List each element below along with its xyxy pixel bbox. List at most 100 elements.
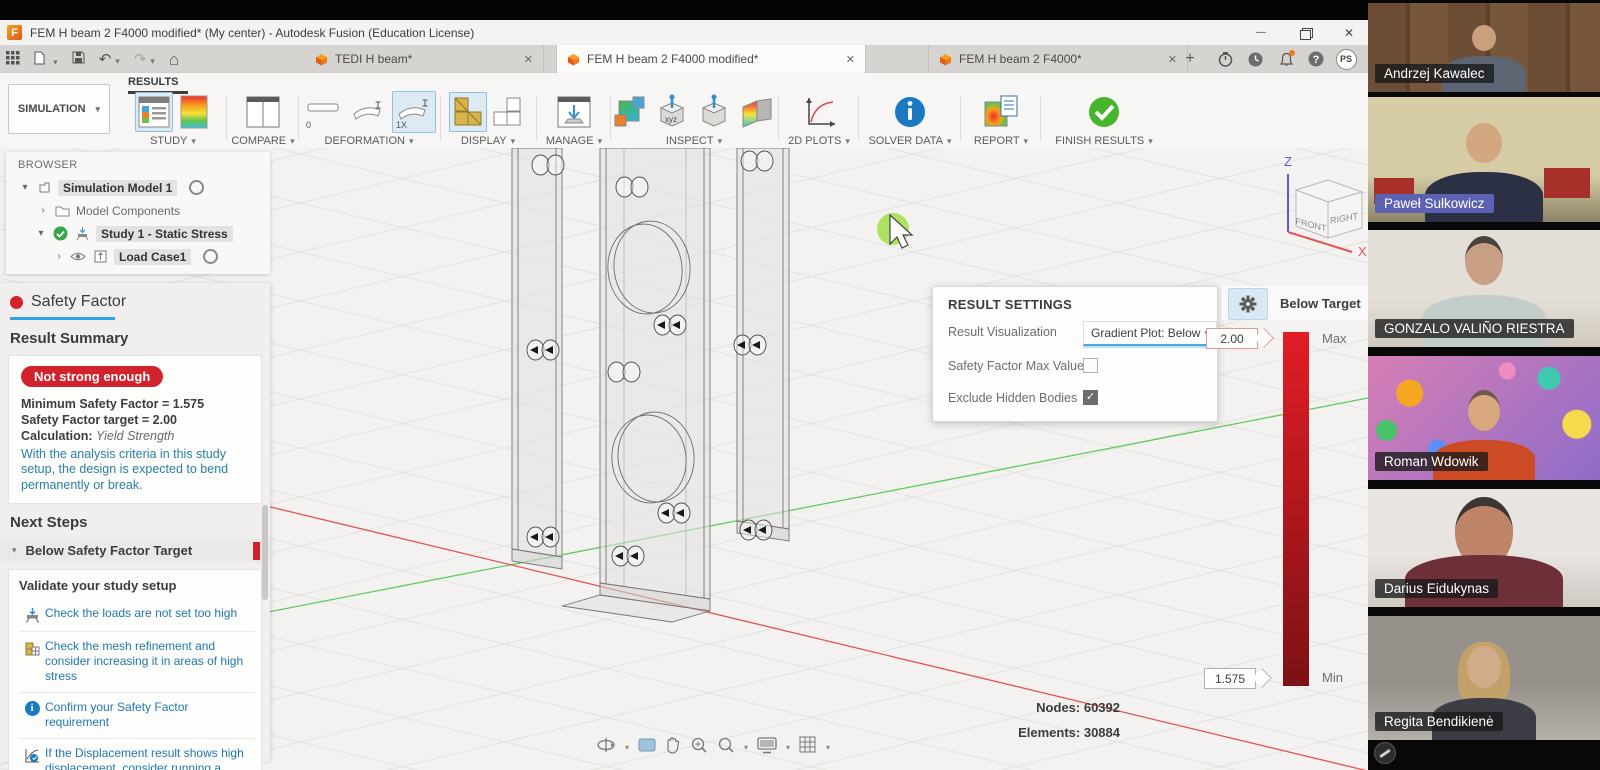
minimize-button[interactable] bbox=[1252, 25, 1270, 41]
new-tab-icon[interactable]: + bbox=[1180, 45, 1200, 73]
display-settings-icon[interactable] bbox=[757, 737, 777, 759]
step-link[interactable]: Check the loads are not set too high bbox=[45, 606, 241, 621]
h-beam-model[interactable] bbox=[512, 148, 789, 622]
visibility-eye-icon[interactable] bbox=[70, 249, 86, 265]
help-icon[interactable]: ? bbox=[1306, 45, 1326, 73]
inspect-slice-plane-button[interactable] bbox=[737, 93, 777, 131]
user-avatar[interactable]: PS bbox=[1336, 49, 1357, 70]
finish-results-dropdown-label[interactable]: FINISH RESULTS bbox=[1055, 135, 1153, 147]
step-item[interactable]: Check the loads are not set too high bbox=[19, 599, 255, 632]
report-dropdown-label[interactable]: REPORT bbox=[974, 135, 1028, 147]
legend-settings-gear-icon[interactable] bbox=[1228, 288, 1268, 320]
deformation-actual-button[interactable]: 1X bbox=[392, 91, 436, 133]
chevron-right-icon[interactable]: › bbox=[38, 205, 48, 216]
inspect-probe-button[interactable] bbox=[695, 92, 733, 132]
study-dropdown-label[interactable]: STUDY bbox=[150, 135, 196, 147]
tab-fem-h-beam[interactable]: FEM H beam 2 F4000* ✕ bbox=[928, 45, 1188, 73]
step-item[interactable]: Check the mesh refinement and consider i… bbox=[19, 632, 255, 693]
inspect-results-button[interactable] bbox=[611, 93, 649, 131]
step-link[interactable]: Check the mesh refinement and consider i… bbox=[45, 639, 255, 685]
display-dropdown-label[interactable]: DISPLAY bbox=[461, 135, 515, 147]
report-button[interactable] bbox=[981, 92, 1021, 132]
simulation-study-button[interactable] bbox=[135, 92, 173, 132]
pan-hand-icon[interactable] bbox=[665, 736, 681, 759]
file-menu-icon[interactable] bbox=[34, 51, 58, 68]
safety-factor-max-checkbox[interactable] bbox=[1083, 358, 1098, 373]
2d-plots-button[interactable] bbox=[799, 92, 839, 132]
grid-dropdown-icon[interactable]: ▾ bbox=[826, 743, 830, 752]
solver-data-button[interactable] bbox=[890, 92, 930, 132]
compare-button[interactable] bbox=[243, 93, 283, 131]
history-icon[interactable] bbox=[1245, 45, 1265, 73]
tree-item-model-components[interactable]: › Model Components bbox=[6, 199, 270, 222]
chevron-down-icon[interactable]: ▾ bbox=[36, 228, 46, 239]
display-wireframe-button[interactable] bbox=[491, 92, 527, 132]
zoom-icon[interactable] bbox=[690, 736, 708, 759]
step-link[interactable]: If the Displacement result shows high di… bbox=[45, 746, 255, 770]
manage-button[interactable] bbox=[554, 93, 594, 131]
compare-dropdown-label[interactable]: COMPARE bbox=[231, 135, 294, 147]
chevron-right-icon[interactable]: › bbox=[54, 251, 64, 262]
step-item[interactable]: Confirm your Safety Factor requirement bbox=[19, 693, 255, 739]
home-icon[interactable]: ⌂ bbox=[169, 51, 179, 68]
participant-tile[interactable]: Andrzej Kawalec bbox=[1368, 3, 1600, 92]
display-shaded-button[interactable] bbox=[449, 92, 487, 132]
participant-tile[interactable]: GONZALO VALIÑO RIESTRA bbox=[1368, 230, 1600, 347]
undo-icon[interactable]: ↶ bbox=[99, 52, 120, 67]
legend-max-value-tag[interactable]: 2.00 bbox=[1206, 328, 1258, 349]
deformation-undeformed-button[interactable]: 0 bbox=[302, 91, 344, 133]
deformation-dropdown-label[interactable]: DEFORMATION bbox=[325, 135, 414, 147]
redo-icon[interactable]: ↷ bbox=[134, 52, 155, 67]
legend-color-bar[interactable] bbox=[1283, 332, 1309, 686]
tree-item-study[interactable]: ▾ Study 1 - Static Stress bbox=[6, 222, 270, 245]
fit-icon[interactable] bbox=[717, 736, 735, 759]
step-link[interactable]: Confirm your Safety Factor requirement bbox=[45, 700, 255, 731]
display-dropdown-icon[interactable]: ▾ bbox=[786, 743, 790, 752]
tab-fem-h-beam-modified[interactable]: FEM H beam 2 F4000 modified* ✕ bbox=[556, 45, 866, 73]
orbit-dropdown-icon[interactable]: ▾ bbox=[625, 743, 629, 752]
view-cube[interactable]: Z FRONT RIGHT X bbox=[1272, 150, 1376, 258]
look-at-icon[interactable] bbox=[638, 737, 656, 758]
deformation-scaled-button[interactable] bbox=[348, 91, 388, 133]
legend-gradient-button[interactable] bbox=[177, 92, 211, 132]
notifications-bell-icon[interactable] bbox=[1276, 45, 1296, 73]
step-item[interactable]: If the Displacement result shows high di… bbox=[19, 739, 255, 770]
chevron-down-icon[interactable]: ▾ bbox=[20, 182, 30, 193]
restore-button[interactable] bbox=[1296, 25, 1314, 41]
save-icon[interactable] bbox=[72, 51, 85, 67]
inspect-dropdown-label[interactable]: INSPECT bbox=[666, 135, 722, 147]
job-status-icon[interactable] bbox=[1215, 45, 1235, 73]
folder-icon bbox=[54, 203, 70, 219]
navigation-bar: ▾ ▾ ▾ ▾ bbox=[596, 736, 830, 759]
activate-ring-icon[interactable] bbox=[189, 180, 204, 195]
finish-results-button[interactable] bbox=[1084, 92, 1124, 132]
tab-close-icon[interactable]: ✕ bbox=[512, 53, 533, 66]
grid-layout-icon[interactable] bbox=[799, 736, 817, 759]
tab-tedi-h-beam[interactable]: TEDI H beam* ✕ bbox=[305, 45, 544, 73]
tree-item-load-case[interactable]: › Load Case1 bbox=[6, 245, 270, 268]
app-grid-icon[interactable] bbox=[6, 51, 20, 68]
inspect-point-xyz-button[interactable]: xyz bbox=[653, 92, 691, 132]
participant-tile[interactable]: Paweł Sułkowicz bbox=[1368, 97, 1600, 222]
tree-item-simulation-model[interactable]: ▾ Simulation Model 1 bbox=[6, 176, 270, 199]
exclude-hidden-checkbox[interactable]: ✓ bbox=[1083, 390, 1098, 405]
activate-ring-icon[interactable] bbox=[203, 249, 218, 264]
workspace-selector[interactable]: SIMULATION bbox=[8, 84, 110, 134]
manage-dropdown-label[interactable]: MANAGE bbox=[546, 135, 602, 147]
visualization-dropdown[interactable]: Gradient Plot: Below bbox=[1083, 321, 1217, 346]
tab-close-icon[interactable]: ✕ bbox=[1156, 53, 1177, 66]
solver-data-dropdown-label[interactable]: SOLVER DATA bbox=[868, 135, 951, 147]
participant-tile[interactable]: Roman Wdowik bbox=[1368, 356, 1600, 480]
tab-close-icon[interactable]: ✕ bbox=[834, 53, 855, 66]
close-button[interactable] bbox=[1340, 25, 1358, 41]
legend-min-value-tag[interactable]: 1.575 bbox=[1204, 668, 1256, 689]
participant-tile[interactable]: Regita Bendikienė bbox=[1368, 616, 1600, 740]
participant-tile[interactable]: Darius Eidukynas bbox=[1368, 489, 1600, 607]
2d-plots-dropdown-label[interactable]: 2D PLOTS bbox=[788, 135, 850, 147]
below-target-group-row[interactable]: ▾ Below Safety Factor Target bbox=[0, 539, 270, 563]
orbit-icon[interactable] bbox=[596, 736, 616, 759]
fit-dropdown-icon[interactable]: ▾ bbox=[744, 743, 748, 752]
chevron-down-icon[interactable]: ▾ bbox=[12, 545, 17, 556]
ribbon-section-label[interactable]: RESULTS bbox=[128, 76, 179, 88]
panel-scrollbar[interactable] bbox=[262, 505, 268, 600]
